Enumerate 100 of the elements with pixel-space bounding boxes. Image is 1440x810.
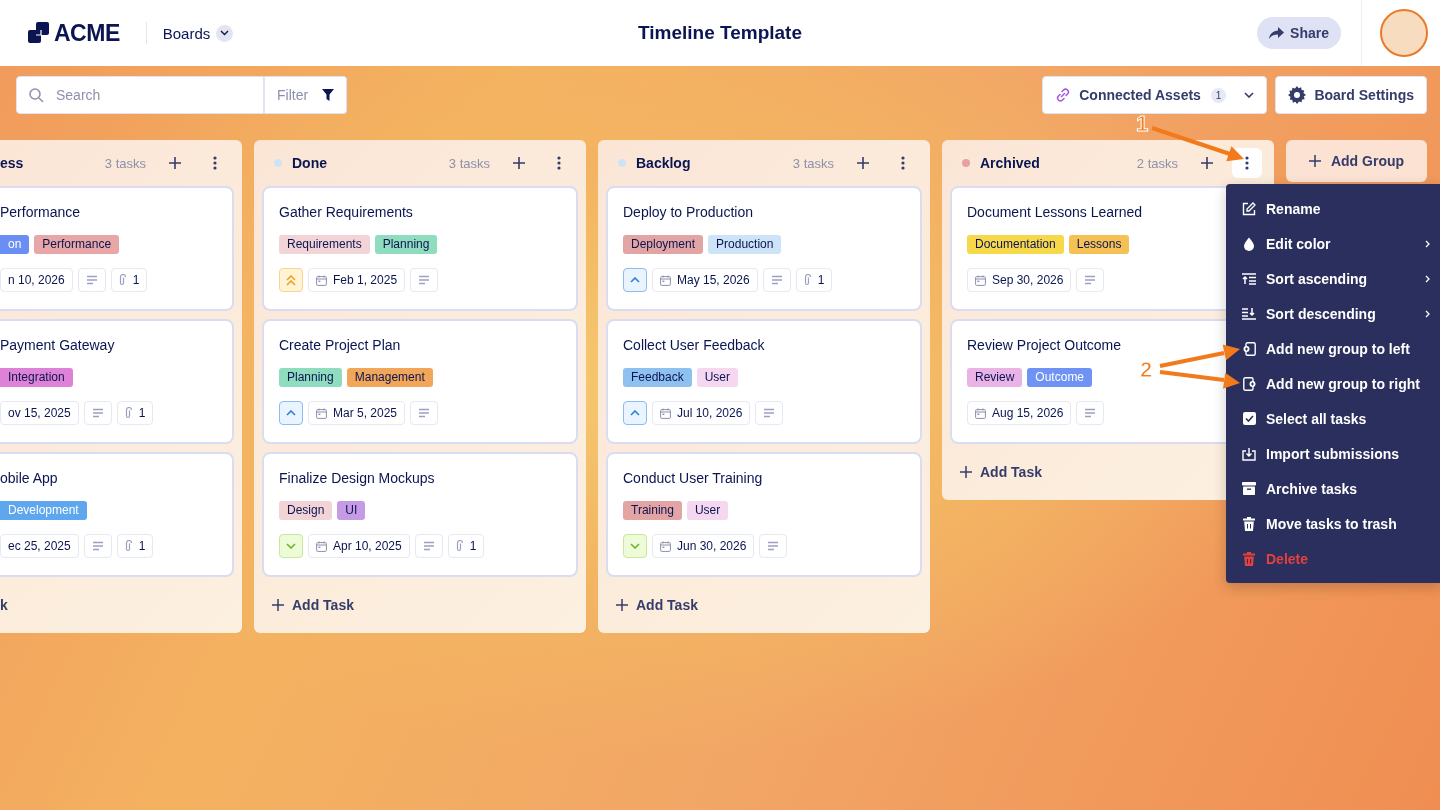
- attachment-count[interactable]: 1: [795, 268, 833, 292]
- task-title: Review Project Outcome: [967, 336, 1123, 354]
- import-icon: [1242, 446, 1256, 461]
- menu-item[interactable]: Move tasks to trash: [1226, 506, 1440, 541]
- description-chip[interactable]: [759, 534, 788, 558]
- description-chip[interactable]: [83, 534, 112, 558]
- add-task-button[interactable]: k: [0, 577, 14, 633]
- task-card[interactable]: Conduct User Training Training User Jun 30, 2026: [606, 452, 922, 577]
- due-date[interactable]: ec 25, 2025: [0, 534, 79, 558]
- priority-badge[interactable]: [623, 401, 647, 425]
- description-icon: [770, 275, 783, 285]
- description-chip[interactable]: [83, 401, 112, 425]
- due-date[interactable]: ov 15, 2025: [0, 401, 79, 425]
- avatar[interactable]: [1380, 9, 1428, 57]
- add-task-button[interactable]: Add Task: [606, 577, 704, 633]
- description-chip[interactable]: [77, 268, 106, 292]
- annotation-number: 1: [1136, 111, 1149, 136]
- annotation-number: 2: [1140, 357, 1153, 382]
- group-name: ess: [0, 155, 25, 171]
- task-count: 3 tasks: [792, 155, 834, 171]
- due-date[interactable]: May 15, 2026: [652, 268, 758, 292]
- paperclip-icon: [124, 407, 133, 419]
- due-date[interactable]: Jul 10, 2026: [652, 401, 751, 425]
- due-date[interactable]: Mar 5, 2025: [308, 401, 406, 425]
- task-title: Create Project Plan: [279, 336, 402, 354]
- priority-badge[interactable]: [279, 534, 303, 558]
- calendar-icon: [316, 407, 327, 419]
- task-card[interactable]: Deploy to Production Deployment Production May 15, 2026 1: [606, 186, 922, 311]
- task-card[interactable]: Create Project Plan Planning Management Mar 5, 2025: [262, 319, 578, 444]
- task-card[interactable]: Finalize Design Mockups Design UI Apr 10, 2025 1: [262, 452, 578, 577]
- tag: on: [0, 235, 30, 254]
- connected-assets-button[interactable]: Connected Assets 1: [1042, 76, 1268, 114]
- priority-badge[interactable]: [279, 268, 303, 292]
- add-task-button[interactable]: Add Task: [950, 444, 1048, 500]
- attachment-count[interactable]: 1: [116, 401, 154, 425]
- tag: Management: [346, 368, 433, 387]
- task-card[interactable]: obile App Development ec 25, 2025 1: [0, 452, 234, 577]
- attachment-count[interactable]: 1: [110, 268, 148, 292]
- calendar-icon: [660, 407, 671, 419]
- tag: Planning: [374, 235, 438, 254]
- chevron-right-icon: [1425, 309, 1430, 318]
- description-icon: [767, 541, 780, 551]
- tag: Lessons: [1068, 235, 1130, 254]
- priority-badge[interactable]: [623, 268, 647, 292]
- group-name: Backlog: [636, 155, 692, 171]
- description-icon: [763, 408, 776, 418]
- double-chevron-up-icon: [286, 274, 296, 286]
- description-icon: [1084, 408, 1097, 418]
- priority-badge[interactable]: [279, 401, 303, 425]
- group-name: Done: [292, 155, 328, 171]
- due-date[interactable]: Feb 1, 2025: [308, 268, 406, 292]
- chevron-down-icon: [630, 543, 640, 549]
- task-card[interactable]: Performance on Performance n 10, 2026 1: [0, 186, 234, 311]
- add-group-button[interactable]: Add Group: [1286, 140, 1427, 182]
- description-icon: [418, 408, 431, 418]
- board-title: Timeline Template: [638, 22, 802, 43]
- tag: Documentation: [967, 235, 1064, 254]
- task-card[interactable]: Gather Requirements Requirements Planning Feb 1, 2025: [262, 186, 578, 311]
- due-date[interactable]: Jun 30, 2026: [652, 534, 755, 558]
- due-date[interactable]: n 10, 2026: [0, 268, 73, 292]
- task-card[interactable]: Payment Gateway Integration ov 15, 2025 1: [0, 319, 234, 444]
- due-date[interactable]: Sep 30, 2026: [967, 268, 1072, 292]
- chevron-down-icon: [1244, 92, 1255, 98]
- description-chip[interactable]: [414, 534, 443, 558]
- boards-menu[interactable]: Boards: [162, 24, 234, 42]
- priority-badge[interactable]: [623, 534, 647, 558]
- description-chip[interactable]: [1076, 268, 1105, 292]
- add-task-button[interactable]: Add Task: [262, 577, 360, 633]
- description-chip[interactable]: [755, 401, 784, 425]
- task-title: obile App: [0, 469, 59, 487]
- task-title: Performance: [0, 203, 82, 221]
- menu-item[interactable]: Archive tasks: [1226, 471, 1440, 506]
- task-title: Collect User Feedback: [623, 336, 766, 354]
- task-count: 2 tasks: [1136, 155, 1178, 171]
- description-chip[interactable]: [762, 268, 791, 292]
- add-left-icon: [1242, 341, 1256, 356]
- more-options-button[interactable]: [1232, 148, 1262, 178]
- share-button[interactable]: Share: [1257, 17, 1341, 49]
- chevron-down-icon: [286, 543, 296, 549]
- search-field[interactable]: Search: [16, 76, 264, 114]
- trash-icon: [1243, 551, 1255, 566]
- task-title: Deploy to Production: [623, 203, 754, 221]
- search-icon: [29, 88, 44, 103]
- due-date[interactable]: Apr 10, 2025: [308, 534, 410, 558]
- calendar-icon: [316, 540, 327, 552]
- acme-logo[interactable]: ACME: [28, 19, 120, 47]
- description-chip[interactable]: [410, 268, 439, 292]
- board-settings-button[interactable]: Board Settings: [1275, 76, 1427, 114]
- sort-ascending-icon: [1242, 272, 1256, 285]
- tag: User: [686, 501, 729, 520]
- description-chip[interactable]: [1076, 401, 1105, 425]
- chevron-right-icon: [1425, 274, 1430, 283]
- attachment-count[interactable]: 1: [447, 534, 485, 558]
- attachment-count[interactable]: 1: [116, 534, 154, 558]
- task-card[interactable]: Collect User Feedback Feedback User Jul 10, 2026: [606, 319, 922, 444]
- description-chip[interactable]: [410, 401, 439, 425]
- description-icon: [85, 275, 98, 285]
- due-date[interactable]: Aug 15, 2026: [967, 401, 1072, 425]
- task-count: 3 tasks: [104, 155, 146, 171]
- chevron-up-icon: [286, 410, 296, 416]
